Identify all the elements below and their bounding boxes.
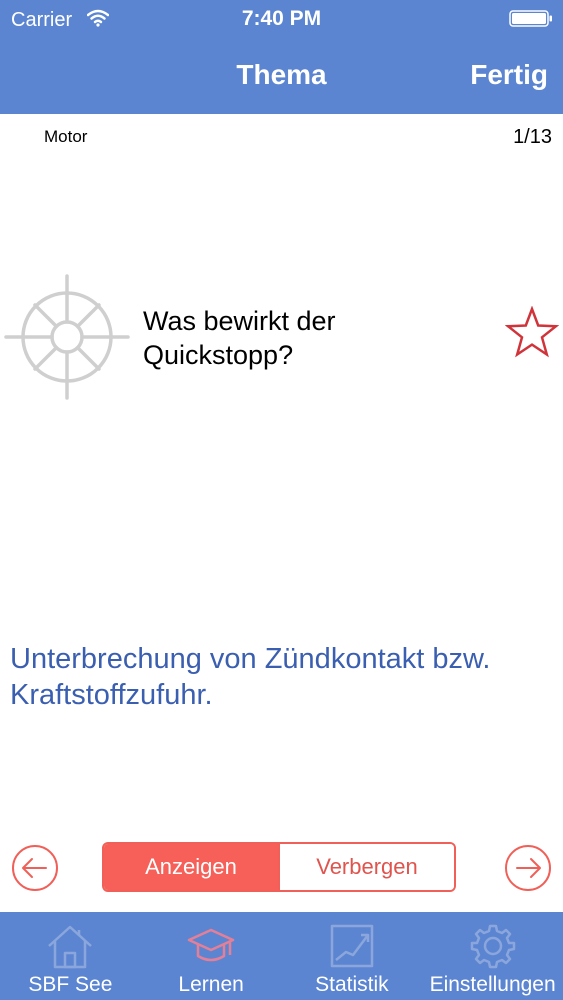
arrow-left-icon[interactable] — [11, 844, 59, 892]
tab-label: Lernen — [178, 973, 244, 996]
tab-label: Einstellungen — [429, 973, 556, 996]
show-hide-segmented-control: Anzeigen Verbergen — [102, 842, 456, 892]
hide-answer-button[interactable]: Verbergen — [278, 844, 454, 890]
question-counter: 1/13 — [513, 126, 552, 148]
chart-icon — [330, 924, 374, 968]
tab-lernen[interactable]: Lernen — [141, 912, 282, 1000]
graduation-cap-icon — [187, 928, 235, 962]
battery-icon — [509, 10, 552, 27]
tab-statistik[interactable]: Statistik — [282, 912, 423, 1000]
home-icon — [48, 925, 93, 969]
tab-sbf-see[interactable]: SBF See — [0, 912, 141, 1000]
show-answer-button[interactable]: Anzeigen — [104, 844, 278, 890]
tab-einstellungen[interactable]: Einstellungen — [422, 912, 563, 1000]
category-label: Motor — [44, 127, 88, 146]
tab-label: Statistik — [315, 973, 389, 996]
done-button[interactable]: Fertig — [470, 58, 548, 92]
star-outline-icon[interactable] — [505, 306, 559, 360]
question-text: Was bewirkt der Quickstopp? — [143, 306, 336, 370]
header: Carrier 7:40 PM Thema Fertig — [0, 0, 563, 114]
status-time: 7:40 PM — [241, 7, 322, 30]
app-screen: Carrier 7:40 PM Thema Fertig Motor 1/13 — [0, 0, 563, 1000]
tab-bar: SBF See Lernen Statistik Einstellungen — [0, 912, 563, 1000]
tab-label: SBF See — [28, 973, 113, 996]
ships-wheel-icon — [4, 274, 130, 400]
gear-icon — [470, 924, 515, 969]
answer-text: Unterbrechung von Zündkontakt bzw. Kraft… — [10, 643, 491, 711]
arrow-right-icon[interactable] — [504, 844, 552, 892]
